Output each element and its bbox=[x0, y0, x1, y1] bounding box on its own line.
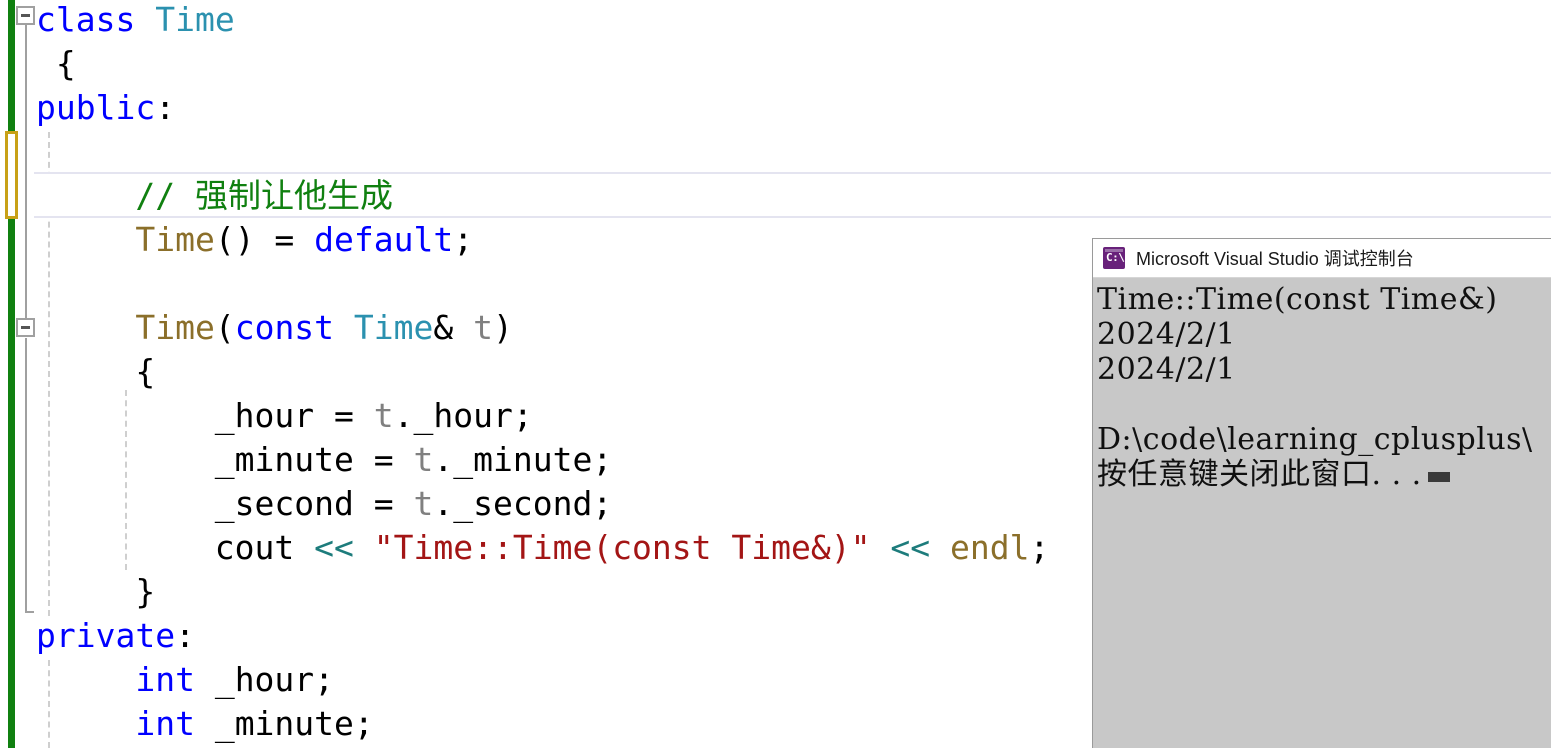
token-keyword: int bbox=[135, 704, 195, 743]
code-line-0: class Time bbox=[36, 0, 235, 42]
code-line-4: // 强制让他生成 bbox=[36, 174, 393, 218]
console-output-line-5: 按任意键关闭此窗口. . . bbox=[1097, 457, 1551, 492]
code-line-15: int _hour; bbox=[36, 658, 334, 702]
code-line-10: _minute = t._minute; bbox=[36, 438, 612, 482]
token-keyword: default bbox=[314, 220, 454, 259]
token-plain: ; bbox=[1029, 528, 1050, 567]
token-keyword: private bbox=[36, 616, 176, 655]
token-keyword: public bbox=[36, 88, 156, 127]
token-plain: _minute; bbox=[194, 704, 374, 743]
token-string: "Time::Time(const Time&)" bbox=[373, 528, 871, 567]
code-line-1: { bbox=[36, 42, 76, 86]
token-endl: endl bbox=[949, 528, 1030, 567]
token-plain: _hour = bbox=[36, 396, 374, 435]
token-comment: // 强制让他生成 bbox=[36, 176, 393, 215]
token-plain: ( bbox=[214, 308, 235, 347]
console-cursor bbox=[1427, 472, 1450, 482]
token-keyword: const bbox=[234, 308, 335, 347]
token-plain: ; bbox=[453, 220, 474, 259]
token-plain: { bbox=[36, 352, 156, 391]
token-plain: _minute = bbox=[36, 440, 414, 479]
code-line-5: Time() = default; bbox=[36, 218, 473, 262]
token-plain: cout bbox=[36, 528, 315, 567]
token-param: t bbox=[413, 484, 434, 523]
console-title-text: Microsoft Visual Studio 调试控制台 bbox=[1136, 249, 1414, 269]
token-plain: : bbox=[155, 88, 176, 127]
token-param: t bbox=[473, 308, 494, 347]
token-plain: ._second; bbox=[433, 484, 613, 523]
code-line-13: } bbox=[36, 570, 155, 614]
console-output-line-0: Time::Time(const Time&) bbox=[1097, 282, 1498, 317]
token-plain: : bbox=[175, 616, 195, 655]
code-line-11: _second = t._second; bbox=[36, 482, 612, 526]
console-output-line-3 bbox=[1097, 387, 1551, 422]
token-type: Time bbox=[155, 0, 235, 39]
token-plain: ) bbox=[493, 308, 513, 347]
token-op: << bbox=[314, 528, 354, 567]
token-plain: _second = bbox=[36, 484, 414, 523]
console-icon-text: C:\ bbox=[1106, 251, 1125, 264]
console-output-line-1: 2024/2/1 bbox=[1097, 317, 1236, 352]
code-line-14: private: bbox=[36, 614, 195, 658]
console-cmd-icon: C:\ bbox=[1103, 247, 1125, 269]
token-plain: ._hour; bbox=[393, 396, 533, 435]
token-func: Time bbox=[135, 308, 215, 347]
console-output-area[interactable]: Time::Time(const Time&) 2024/2/1 2024/2/1 … bbox=[1093, 278, 1551, 748]
code-line-16: int _minute; bbox=[36, 702, 374, 746]
token-func: Time bbox=[135, 220, 215, 259]
token-plain: ._minute; bbox=[433, 440, 613, 479]
token-op: << bbox=[890, 528, 931, 567]
code-line-12: cout << "Time::Time(const Time&)" << end… bbox=[36, 526, 1050, 570]
code-editor[interactable]: class Time {public: // 强制让他生成 Time() = d… bbox=[0, 0, 1551, 748]
token-plain: () = bbox=[214, 220, 315, 259]
code-line-9: _hour = t._hour; bbox=[36, 394, 533, 438]
token-plain: & bbox=[433, 308, 474, 347]
token-plain: } bbox=[36, 572, 156, 611]
token-param: t bbox=[373, 396, 394, 435]
console-output-line-4: D:\code\learning_cplusplus\ bbox=[1097, 422, 1533, 457]
token-type: Time bbox=[353, 308, 434, 347]
debug-console-window[interactable]: C:\ Microsoft Visual Studio 调试控制台 Time::… bbox=[1092, 238, 1551, 748]
token-param: t bbox=[413, 440, 434, 479]
token-keyword: int bbox=[135, 660, 195, 699]
console-titlebar[interactable]: C:\ Microsoft Visual Studio 调试控制台 bbox=[1093, 239, 1551, 278]
token-plain: _hour; bbox=[194, 660, 335, 699]
console-output-line-2: 2024/2/1 bbox=[1097, 352, 1236, 387]
token-keyword: class bbox=[36, 0, 156, 39]
code-line-2: public: bbox=[36, 86, 175, 130]
code-line-8: { bbox=[36, 350, 155, 394]
code-line-7: Time(const Time& t) bbox=[36, 306, 513, 350]
token-plain: { bbox=[36, 44, 76, 83]
